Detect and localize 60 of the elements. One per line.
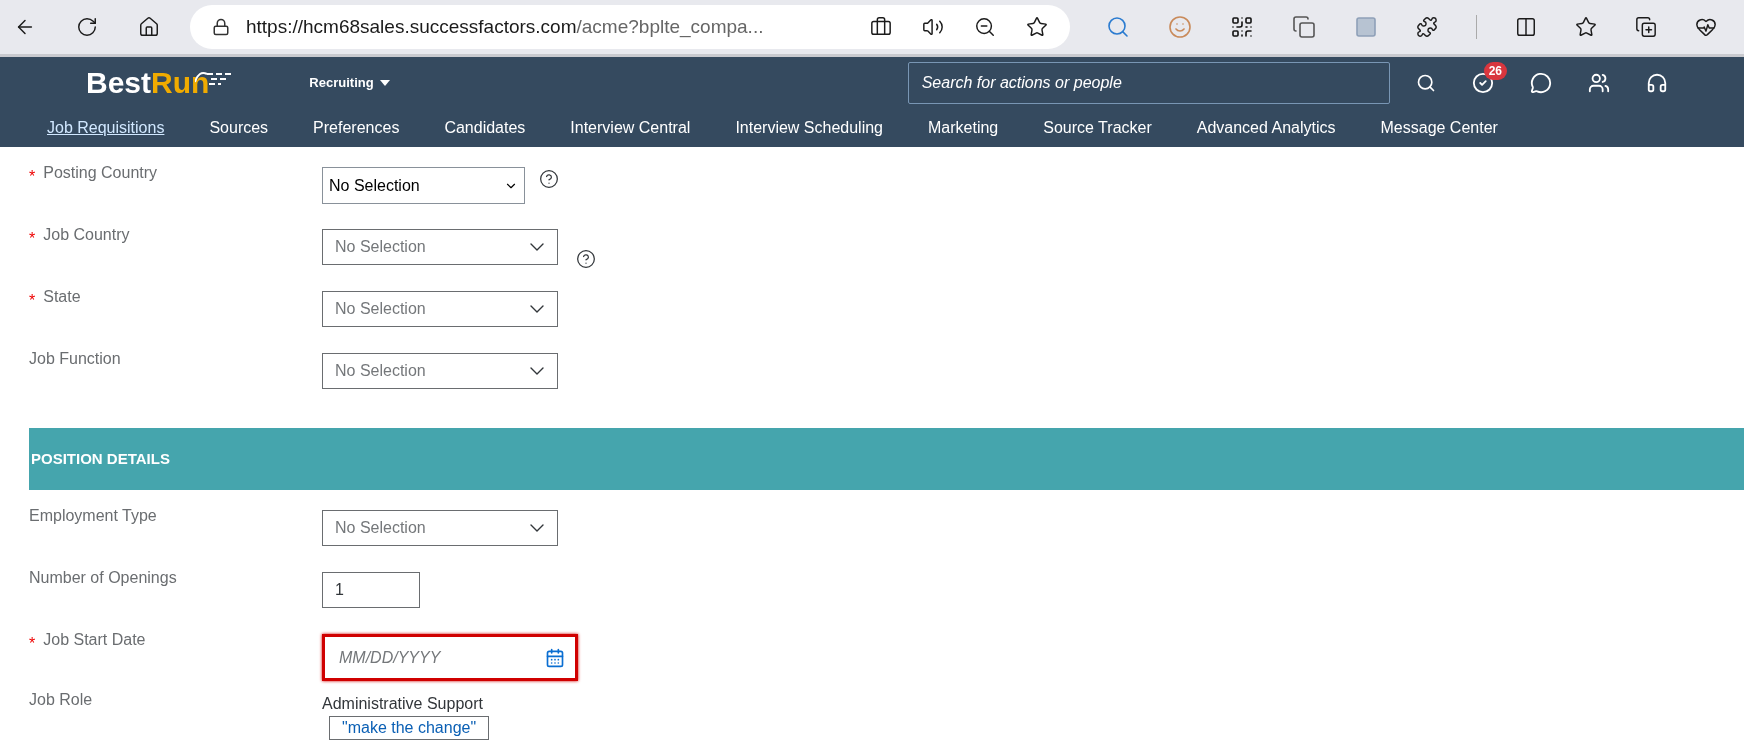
help-icon[interactable] [539,169,559,189]
chat-icon[interactable] [1529,72,1552,94]
split-screen-icon[interactable] [1515,16,1537,38]
address-bar[interactable]: https://hcm68sales.successfactors.com/acme?bplte_compa... [190,5,1070,49]
field-label: Employment Type [29,506,157,526]
logo[interactable]: BestRun [86,68,232,98]
nav-tab[interactable]: Marketing [928,116,999,140]
nav-tab[interactable]: Interview Scheduling [735,116,883,140]
required-asterisk: * [29,291,36,311]
url-text: https://hcm68sales.successfactors.com/acme?bplte_compa... [246,14,764,40]
zoom-out-icon[interactable] [974,16,996,38]
required-asterisk: * [29,229,36,249]
favorites-icon[interactable] [1575,16,1597,38]
field-label: Posting Country [43,163,158,183]
nav-tab[interactable]: Source Tracker [1043,116,1152,140]
dropdown-field[interactable]: No Selection [322,229,558,265]
home-icon[interactable] [138,16,160,38]
help-icon[interactable] [576,249,596,269]
change-button[interactable]: "make the change" [329,716,490,740]
field-label: Job Country [43,225,130,245]
date-field[interactable]: MM/DD/YYYY [322,634,578,681]
notification-badge: 26 [1483,62,1507,80]
speaker-icon[interactable] [922,16,944,38]
headset-icon[interactable] [1645,72,1668,94]
input-field[interactable]: 1 [322,572,420,608]
search-field[interactable]: Search for actions or people [907,62,1390,104]
nav-tab[interactable]: Job Requisitions [47,116,165,140]
briefcase-icon[interactable] [870,16,892,38]
people-icon[interactable] [1587,72,1610,94]
magnifier-icon[interactable] [1106,15,1130,39]
select-field[interactable]: No Selection [322,167,525,204]
required-asterisk: * [29,167,36,187]
nav-tab[interactable]: Preferences [313,116,400,140]
lock-icon [212,18,230,36]
heart-pulse-icon[interactable] [1695,16,1717,38]
nav-tab[interactable]: Candidates [444,116,526,140]
calendar-icon[interactable] [545,647,565,668]
dropdown-field[interactable]: No Selection [322,291,558,327]
module-menu[interactable]: Recruiting [309,73,390,93]
dropdown-field[interactable]: No Selection [322,510,558,546]
star-icon[interactable] [1026,16,1048,38]
nav-tab[interactable]: Message Center [1380,116,1498,140]
field-label: Job Start Date [43,630,146,650]
field-label: Job Function [29,349,121,369]
section-header: POSITION DETAILS [29,428,1744,490]
field-label: State [43,287,81,307]
copy-icon[interactable] [1292,15,1316,39]
field-label: Number of Openings [29,568,177,588]
search-icon[interactable] [1415,73,1436,93]
collections-icon[interactable] [1635,16,1657,38]
puzzle-icon[interactable] [1416,16,1438,38]
nav-tab[interactable]: Interview Central [570,116,691,140]
qr-code-icon[interactable] [1230,15,1254,39]
nav-tab[interactable]: Advanced Analytics [1196,116,1336,140]
reload-icon[interactable] [76,16,98,38]
dropdown-field[interactable]: No Selection [322,353,558,389]
nav-tab[interactable]: Sources [209,116,269,140]
field-value: Administrative Support [322,694,483,714]
field-label: Job Role [29,690,93,710]
required-asterisk: * [29,634,36,654]
